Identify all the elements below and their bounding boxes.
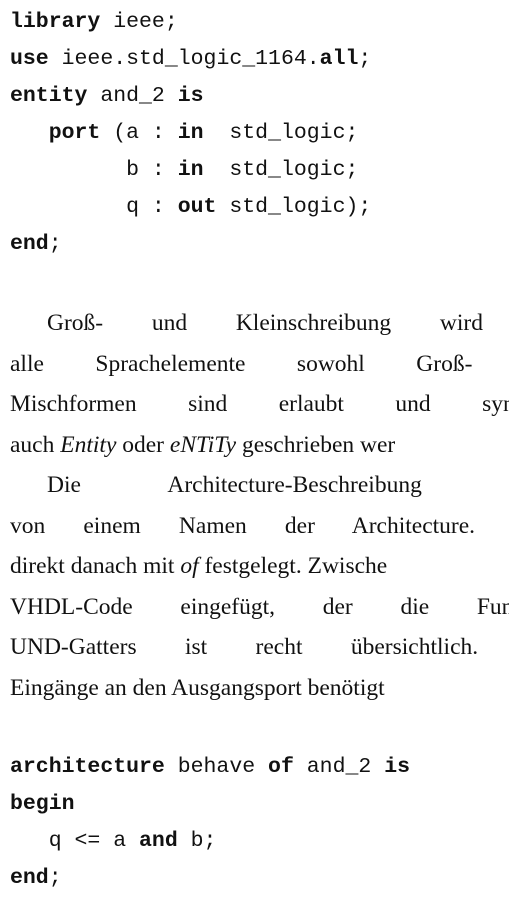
paragraph-1-line-3: Mischformen sind erlaubt und syntakt: [10, 391, 509, 417]
code-text: q :: [10, 195, 178, 219]
code-block-entity: library ieee; use ieee.std_logic_1164.all…: [10, 4, 371, 263]
italic-text: Entity: [60, 431, 117, 458]
code-line: architecture behave of and_2 is: [10, 749, 410, 786]
body-text: Groß- und Kleinschreibung wird in alle S…: [10, 303, 509, 708]
code-keyword: library: [10, 10, 101, 34]
paragraph-1-line-4: auch Entity oder eNTiTy geschrieben wer: [10, 425, 509, 466]
paragraph-2-line-4: VHDL-Code eingefügt, der die Funktio: [10, 593, 509, 620]
code-line: end;: [10, 860, 410, 897]
paragraph-2-line-6: Eingänge an den Ausgangsport benötigt: [10, 674, 385, 701]
text-run: geschrieben wer: [236, 431, 396, 458]
code-text: (a :: [100, 121, 178, 145]
code-keyword: is: [177, 84, 204, 108]
paragraph-2-line-2: von einem Namen der Architecture. Wel: [10, 512, 509, 539]
code-text: std_logic);: [216, 195, 372, 219]
code-text: and_2: [293, 755, 385, 779]
code-keyword: all: [319, 47, 359, 71]
code-text: ;: [48, 866, 62, 890]
italic-text: of: [180, 553, 199, 579]
code-keyword: out: [177, 195, 217, 219]
code-keyword: entity: [10, 84, 88, 108]
code-text: std_logic;: [203, 158, 359, 182]
code-text: std_logic;: [203, 121, 359, 145]
text-run: festgelegt. Zwische: [198, 553, 388, 579]
code-line: q : out std_logic);: [10, 189, 371, 226]
code-text: ;: [48, 232, 62, 256]
code-line: b : in std_logic;: [10, 152, 371, 189]
code-line: end;: [10, 226, 371, 263]
paragraph-2-line-5: UND-Gatters ist recht übersichtlich. Di: [10, 634, 509, 660]
paragraph-2-line-1: Die Architecture-Beschreibung start: [47, 472, 509, 498]
code-text: q <= a: [10, 829, 140, 853]
code-keyword: port: [48, 121, 101, 145]
code-keyword: in: [177, 158, 204, 182]
text-run: auch: [10, 431, 61, 458]
code-text: ieee;: [100, 10, 178, 34]
text-run: direkt danach mit: [10, 553, 181, 579]
code-keyword: begin: [10, 792, 75, 816]
code-line: entity and_2 is: [10, 78, 371, 115]
code-keyword: end: [10, 866, 49, 890]
code-line: begin: [10, 786, 410, 823]
paragraph-1-line-1: Groß- und Kleinschreibung wird in: [47, 310, 509, 336]
code-line: use ieee.std_logic_1164.all;: [10, 41, 371, 78]
document-page: library ieee; use ieee.std_logic_1164.all…: [0, 0, 509, 902]
code-keyword: architecture: [10, 755, 165, 779]
code-keyword: in: [177, 121, 204, 145]
italic-text: eNTiTy: [169, 431, 237, 458]
code-text: behave: [164, 755, 269, 779]
code-line: library ieee;: [10, 4, 371, 41]
code-text: ieee.std_logic_1164.: [48, 47, 320, 71]
code-text: ;: [358, 47, 372, 71]
code-text: and_2: [87, 84, 178, 108]
code-keyword: end: [10, 232, 49, 256]
paragraph-1-line-2: alle Sprachelemente sowohl Groß- als: [10, 350, 509, 377]
text-run: oder: [116, 431, 170, 458]
paragraph-2-line-3: direkt danach mit of festgelegt. Zwische: [10, 546, 509, 587]
code-text: b :: [10, 158, 178, 182]
code-block-architecture: architecture behave of and_2 is begin q <…: [10, 749, 410, 897]
code-line: q <= a and b;: [10, 823, 410, 860]
code-keyword: use: [10, 47, 49, 71]
code-text: b;: [177, 829, 217, 853]
code-keyword: and: [139, 829, 178, 853]
code-keyword: of: [268, 755, 294, 779]
code-line: port (a : in std_logic;: [10, 115, 371, 152]
code-keyword: is: [384, 755, 410, 779]
